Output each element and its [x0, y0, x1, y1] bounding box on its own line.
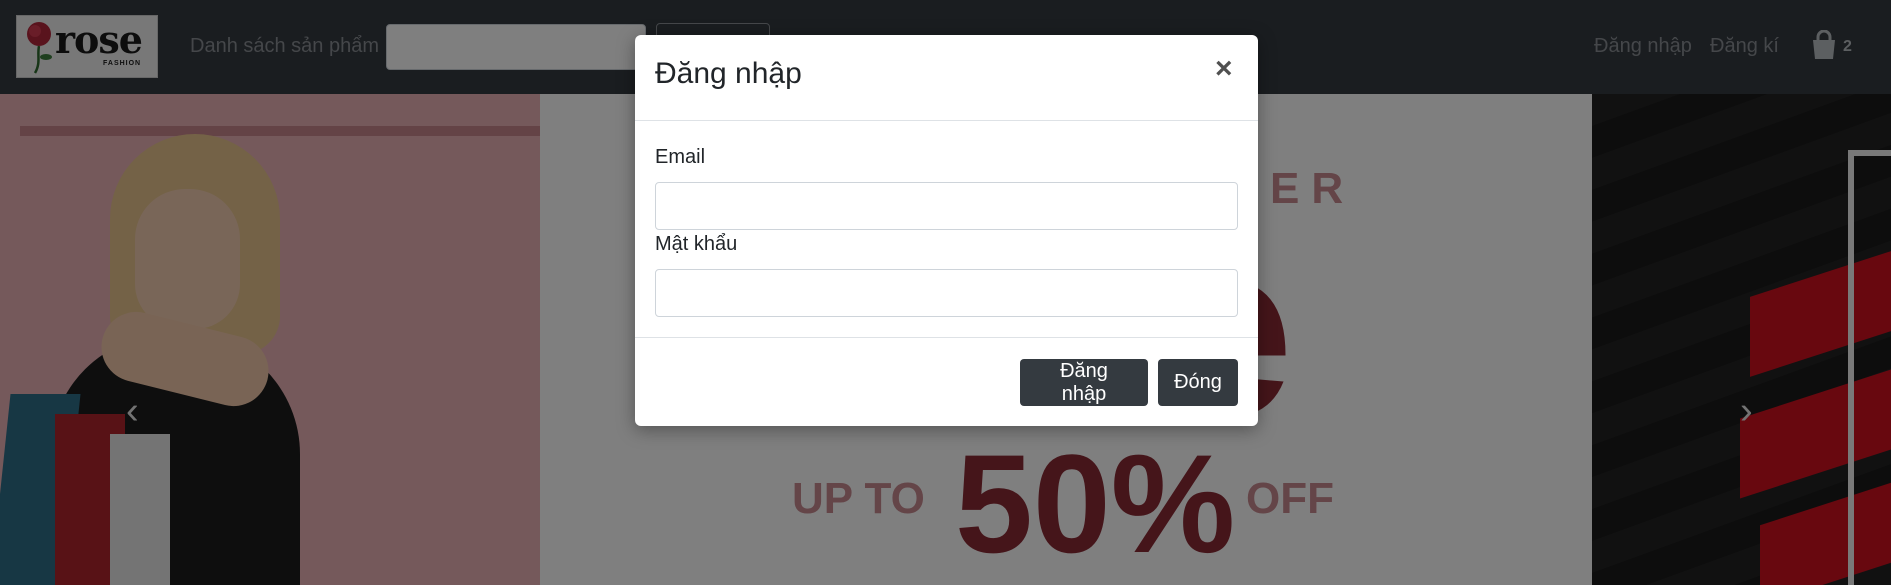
modal-footer: Đăng nhập Đóng	[635, 337, 1258, 426]
close-button[interactable]: Đóng	[1158, 359, 1238, 406]
password-label: Mật khẩu	[655, 233, 738, 255]
close-icon[interactable]: ×	[1215, 51, 1233, 87]
login-button[interactable]: Đăng nhập	[1020, 359, 1148, 406]
email-label: Email	[655, 146, 706, 168]
modal-title: Đăng nhập	[655, 57, 802, 90]
email-field[interactable]	[655, 182, 1238, 230]
login-modal: Đăng nhập × Email Mật khẩu Đăng nhập Đón…	[635, 35, 1258, 426]
password-field[interactable]	[655, 269, 1238, 317]
modal-header: Đăng nhập ×	[635, 35, 1258, 121]
